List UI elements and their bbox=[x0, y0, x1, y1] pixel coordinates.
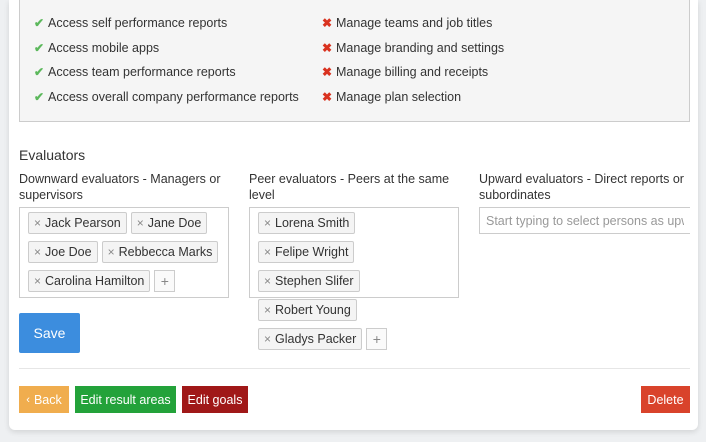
permission-label: Manage billing and receipts bbox=[336, 65, 489, 80]
upward-evaluators-label: Upward evaluators - Direct reports or su… bbox=[479, 172, 684, 202]
allowed-permissions-list: ✔ Access self performance reports ✔ Access… bbox=[34, 11, 299, 109]
evaluator-tag[interactable]: × Stephen Slifer bbox=[258, 270, 360, 292]
remove-tag-icon[interactable]: × bbox=[264, 245, 271, 259]
denied-permissions-list: ✖ Manage teams and job titles ✖ Manage bra… bbox=[322, 11, 504, 109]
evaluator-tag-label: Felipe Wright bbox=[275, 245, 349, 259]
remove-tag-icon[interactable]: × bbox=[34, 245, 41, 259]
divider bbox=[19, 368, 690, 369]
permission-item: ✔ Access team performance reports bbox=[34, 60, 299, 85]
check-icon: ✔ bbox=[34, 89, 45, 104]
permission-item: ✖ Manage teams and job titles bbox=[322, 11, 504, 36]
permission-label: Access self performance reports bbox=[48, 16, 228, 31]
evaluator-tag[interactable]: × Gladys Packer bbox=[258, 328, 363, 350]
settings-card: ✔ Access self performance reports ✔ Access… bbox=[9, 0, 698, 430]
evaluator-tag[interactable]: × Lorena Smith bbox=[258, 212, 356, 234]
evaluator-tag-label: Robert Young bbox=[275, 303, 351, 317]
evaluator-tag[interactable]: × Felipe Wright bbox=[258, 241, 355, 263]
remove-tag-icon[interactable]: × bbox=[137, 216, 144, 230]
evaluator-tag-label: Lorena Smith bbox=[275, 216, 350, 230]
upward-evaluators-field: Upward evaluators - Direct reports or su… bbox=[479, 171, 690, 234]
evaluator-tag-label: Carolina Hamilton bbox=[45, 274, 145, 288]
add-evaluator-button[interactable]: + bbox=[366, 328, 388, 350]
permissions-panel: ✔ Access self performance reports ✔ Access… bbox=[19, 0, 690, 122]
evaluator-tag-label: Jack Pearson bbox=[45, 216, 121, 230]
permission-item: ✔ Access self performance reports bbox=[34, 11, 299, 36]
cross-icon: ✖ bbox=[322, 16, 333, 31]
cross-icon: ✖ bbox=[322, 40, 333, 55]
evaluator-tag[interactable]: × Carolina Hamilton bbox=[28, 270, 151, 292]
remove-tag-icon[interactable]: × bbox=[34, 216, 41, 230]
downward-evaluators-tag-input[interactable]: × Jack Pearson × Jane Doe × Joe Doe × Rebbec… bbox=[19, 207, 229, 298]
evaluator-tag[interactable]: × Joe Doe bbox=[28, 241, 98, 263]
evaluator-tag[interactable]: × Jane Doe bbox=[130, 212, 208, 234]
remove-tag-icon[interactable]: × bbox=[108, 245, 115, 259]
check-icon: ✔ bbox=[34, 40, 45, 55]
peer-evaluators-field: Peer evaluators - Peers at the same leve… bbox=[249, 171, 459, 350]
evaluator-tag-label: Rebbecca Marks bbox=[118, 245, 213, 259]
downward-evaluators-field: Downward evaluators - Managers or superv… bbox=[19, 171, 229, 298]
evaluator-tag[interactable]: × Rebbecca Marks bbox=[101, 241, 219, 263]
permission-item: ✖ Manage plan selection bbox=[322, 85, 504, 110]
permission-item: ✔ Access mobile apps bbox=[34, 36, 299, 61]
remove-tag-icon[interactable]: × bbox=[34, 274, 41, 288]
permission-item: ✖ Manage billing and receipts bbox=[322, 60, 504, 85]
chevron-left-icon: ‹ bbox=[26, 393, 30, 406]
upward-evaluators-input[interactable] bbox=[479, 207, 690, 234]
permission-item: ✔ Access overall company performance repo… bbox=[34, 85, 299, 110]
remove-tag-icon[interactable]: × bbox=[264, 332, 271, 346]
check-icon: ✔ bbox=[34, 16, 45, 31]
evaluator-tag-label: Joe Doe bbox=[45, 245, 92, 259]
evaluator-tag-label: Stephen Slifer bbox=[275, 274, 354, 288]
evaluator-tag[interactable]: × Robert Young bbox=[258, 299, 357, 321]
back-button-label: Back bbox=[33, 392, 62, 407]
back-button[interactable]: ‹ Back bbox=[19, 386, 69, 413]
permission-label: Access team performance reports bbox=[48, 65, 236, 80]
permission-label: Manage plan selection bbox=[336, 89, 462, 104]
peer-evaluators-tag-input[interactable]: × Lorena Smith × Felipe Wright × Stephen Sl… bbox=[249, 207, 459, 350]
add-evaluator-button[interactable]: + bbox=[154, 270, 176, 292]
permission-label: Manage teams and job titles bbox=[336, 16, 493, 31]
permission-item: ✖ Manage branding and settings bbox=[322, 36, 504, 61]
check-icon: ✔ bbox=[34, 65, 45, 80]
evaluators-heading: Evaluators bbox=[19, 147, 86, 163]
cross-icon: ✖ bbox=[322, 65, 333, 80]
delete-button[interactable]: Delete bbox=[641, 386, 690, 413]
remove-tag-icon[interactable]: × bbox=[264, 274, 271, 288]
evaluator-tag[interactable]: × Jack Pearson bbox=[28, 212, 127, 234]
evaluator-tag-label: Gladys Packer bbox=[275, 332, 357, 346]
evaluator-tag-label: Jane Doe bbox=[147, 216, 202, 230]
permission-label: Access mobile apps bbox=[48, 40, 160, 55]
save-button[interactable]: Save bbox=[19, 313, 80, 353]
remove-tag-icon[interactable]: × bbox=[264, 216, 271, 230]
cross-icon: ✖ bbox=[322, 89, 333, 104]
permission-label: Access overall company performance repor… bbox=[48, 89, 299, 104]
permission-label: Manage branding and settings bbox=[336, 40, 505, 55]
edit-result-areas-button[interactable]: Edit result areas bbox=[75, 386, 176, 413]
remove-tag-icon[interactable]: × bbox=[264, 303, 271, 317]
downward-evaluators-label: Downward evaluators - Managers or superv… bbox=[19, 172, 221, 202]
peer-evaluators-label: Peer evaluators - Peers at the same leve… bbox=[249, 172, 450, 202]
edit-goals-button[interactable]: Edit goals bbox=[182, 386, 248, 413]
